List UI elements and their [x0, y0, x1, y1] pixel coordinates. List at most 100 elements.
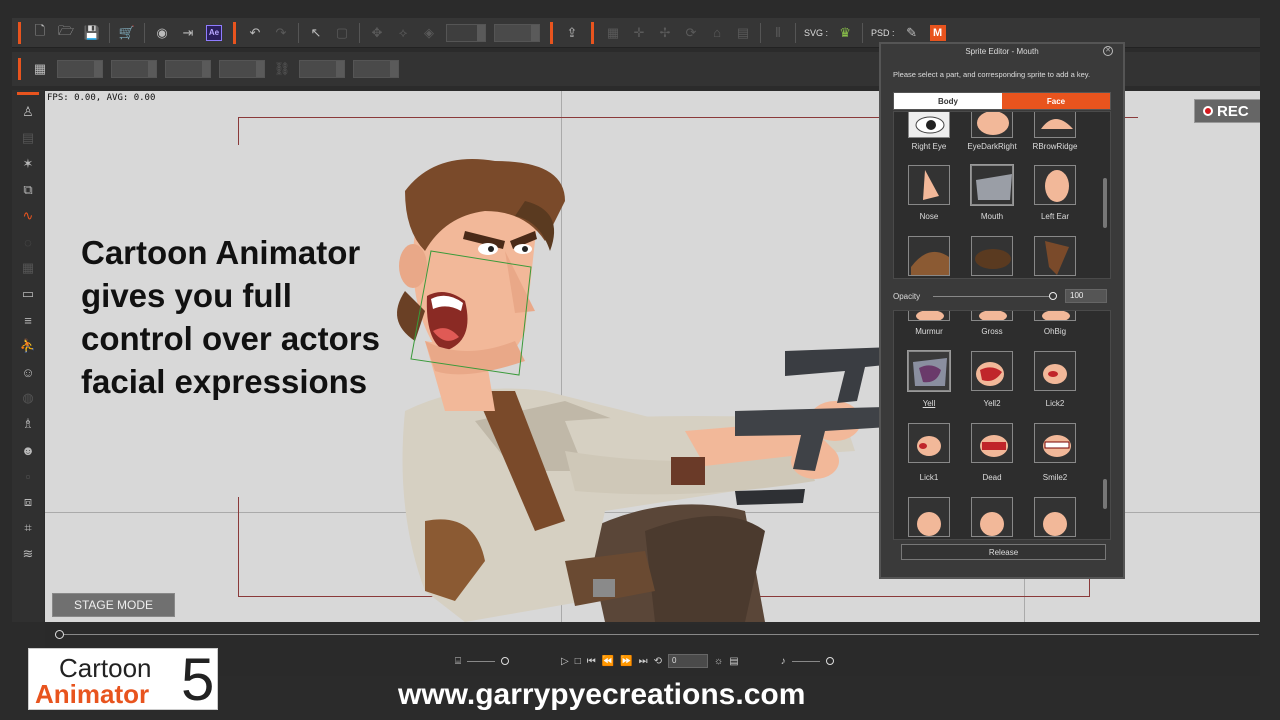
tab-face[interactable]: Face [1002, 93, 1110, 109]
stop-icon[interactable]: □ [575, 656, 581, 667]
opacity-spinner[interactable] [446, 23, 486, 42]
grid-icon[interactable]: ▦ [27, 57, 53, 81]
speed-slider-knob[interactable] [501, 657, 509, 665]
head-icon[interactable]: ☻ [12, 437, 44, 463]
sprite-thumb[interactable] [908, 497, 950, 537]
sprite-thumb[interactable] [971, 311, 1013, 321]
position-x-field[interactable] [57, 60, 103, 78]
sprite-thumb-smile2[interactable] [1034, 423, 1076, 463]
sprite-thumb[interactable] [1034, 311, 1076, 321]
import-icon[interactable]: ⇪ [559, 21, 585, 45]
after-effects-button[interactable]: Ae [201, 21, 227, 45]
prev-frame-icon[interactable]: ⏪ [602, 656, 614, 667]
svg-icon[interactable]: ▭ [12, 281, 44, 307]
actor-icon[interactable]: ♙ [12, 99, 44, 125]
rotate-icon[interactable]: ⟳ [678, 21, 704, 45]
part-nose[interactable] [908, 165, 950, 205]
part-hair-right[interactable] [1034, 236, 1076, 276]
opacity-value-field[interactable]: 100 [1065, 289, 1107, 303]
value-spinner[interactable] [494, 23, 540, 42]
grid-lines-icon[interactable]: ⦀ [765, 21, 791, 45]
scale-x-field[interactable] [219, 60, 265, 78]
opacity-slider-knob[interactable] [1049, 291, 1057, 300]
pin-icon[interactable]: ⌂ [704, 21, 730, 45]
sprite-thumb-yell[interactable] [907, 350, 951, 392]
character-icon[interactable]: ♗ [12, 411, 44, 437]
psd-edit-icon[interactable]: ✎ [899, 21, 925, 45]
part-left-ear[interactable] [1034, 165, 1076, 205]
part-hair-left[interactable] [908, 236, 950, 276]
move-icon[interactable]: ✛ [626, 21, 652, 45]
copy-icon[interactable]: ▢ [329, 21, 355, 45]
next-frame-icon[interactable]: ⏩ [620, 656, 632, 667]
morph-icon[interactable]: ◍ [12, 385, 44, 411]
resize-icon[interactable]: ✢ [652, 21, 678, 45]
play-icon[interactable]: ▷ [561, 656, 569, 667]
part-mouth[interactable] [970, 164, 1014, 206]
settings-icon[interactable]: ☼ [714, 656, 723, 667]
sprite-thumb-dead[interactable] [971, 423, 1013, 463]
audio-wave-icon[interactable]: ∿ [12, 203, 44, 229]
undo-icon[interactable]: ↶ [242, 21, 268, 45]
duplicate-icon[interactable]: ⧈ [12, 489, 44, 515]
part-hair-top[interactable] [971, 236, 1013, 276]
misc-icon[interactable]: ▫ [12, 463, 44, 489]
part-right-eye[interactable] [908, 112, 950, 138]
timeline-playhead[interactable] [55, 630, 64, 639]
svg-balloon-icon[interactable]: ♛ [832, 21, 858, 45]
scale-y-field[interactable] [299, 60, 345, 78]
export-icon[interactable]: ⇥ [175, 21, 201, 45]
music-note-icon[interactable]: ♪ [781, 656, 786, 667]
part-rbrowridge[interactable] [1034, 112, 1076, 138]
motion-icon[interactable]: ✶ [12, 151, 44, 177]
preview-icon[interactable]: ◉ [149, 21, 175, 45]
volume-slider[interactable] [791, 660, 820, 662]
cart-icon[interactable]: 🛒 [114, 21, 140, 45]
position-y-field[interactable] [111, 60, 157, 78]
part-grid-scrollbar[interactable] [1103, 178, 1107, 228]
first-frame-icon[interactable]: ⏮ [587, 656, 596, 667]
transform-icon[interactable]: ✥ [364, 21, 390, 45]
visibility-icon[interactable]: ◈ [416, 21, 442, 45]
link-icon[interactable]: ⛓ [269, 57, 295, 81]
select-arrow-icon[interactable]: ↖ [303, 21, 329, 45]
layer-icon[interactable]: ▦ [12, 255, 44, 281]
camera-icon[interactable]: ▦ [600, 21, 626, 45]
redo-icon[interactable]: ↷ [268, 21, 294, 45]
sprite-thumb[interactable] [971, 497, 1013, 537]
new-file-icon[interactable]: 🗋 [27, 21, 53, 45]
open-folder-icon[interactable]: 🗁 [53, 21, 79, 45]
path-icon[interactable]: ⟡ [390, 21, 416, 45]
walk-icon[interactable]: ⛹ [12, 333, 44, 359]
speed-slider[interactable] [467, 660, 495, 662]
sprite-grid-scrollbar[interactable] [1103, 479, 1107, 509]
sliders-icon[interactable]: ≡ [12, 307, 44, 333]
align-icon[interactable]: ▤ [730, 21, 756, 45]
loop-icon[interactable]: ⟲ [654, 656, 662, 667]
frame-field[interactable]: 0 [668, 654, 709, 668]
bone-icon[interactable]: ⌗ [12, 515, 44, 541]
close-icon[interactable]: ✕ [1103, 46, 1113, 56]
sprite-thumb[interactable] [1034, 497, 1076, 537]
record-button[interactable]: REC [1194, 99, 1260, 123]
puppet-icon[interactable]: ◌ [12, 229, 44, 255]
save-icon[interactable]: 💾 [79, 21, 105, 45]
tab-body[interactable]: Body [894, 93, 1002, 109]
volume-slider-knob[interactable] [825, 657, 834, 665]
sprite-thumb-yell2[interactable] [971, 351, 1013, 391]
sprite-thumb[interactable] [908, 311, 950, 321]
timecode-icon[interactable]: ⌸ [455, 656, 461, 667]
release-button[interactable]: Release [901, 544, 1106, 560]
list-icon[interactable]: ▤ [729, 656, 738, 667]
opacity-slider[interactable] [933, 291, 1057, 300]
face-puppet-icon[interactable]: ☺ [12, 359, 44, 385]
spring-icon[interactable]: ≋ [12, 541, 44, 567]
part-eye-dark-right[interactable] [971, 112, 1013, 138]
m-button[interactable]: M [925, 21, 951, 45]
scene-icon[interactable]: ▤ [12, 125, 44, 151]
sprite-icon[interactable]: ⧉ [12, 177, 44, 203]
timeline-track[interactable] [59, 634, 1259, 635]
sprite-thumb-lick2[interactable] [1034, 351, 1076, 391]
last-frame-icon[interactable]: ⏭ [639, 656, 648, 667]
rotation-field[interactable] [165, 60, 211, 78]
